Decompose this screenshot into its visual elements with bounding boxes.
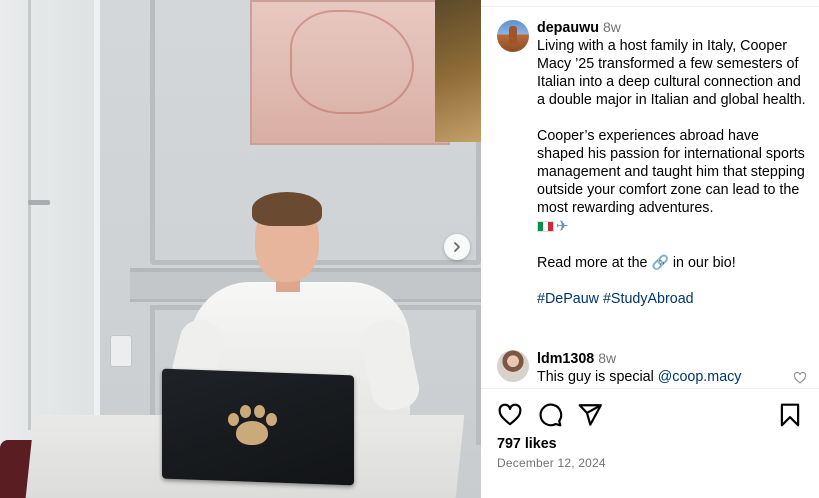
divider (481, 6, 819, 7)
italy-flag-icon (537, 221, 554, 232)
comment-button[interactable] (537, 402, 563, 428)
likes-count[interactable]: 797 likes (497, 436, 557, 452)
avatar[interactable] (497, 350, 529, 382)
caption-read-more-before: Read more at the (537, 255, 648, 271)
comment-text: This guy is special (537, 369, 654, 385)
comment-mention[interactable]: @coop.macy (658, 369, 742, 385)
post-side-panel: depauwu 8w Living with a host family in I… (481, 0, 819, 498)
person-hair (252, 192, 322, 226)
share-icon (578, 404, 602, 426)
post-photo[interactable] (0, 0, 481, 498)
post-date: December 12, 2024 (497, 456, 606, 470)
bookmark-icon (780, 403, 800, 427)
like-button[interactable] (497, 402, 523, 428)
post-age: 8w (602, 19, 621, 35)
heart-icon[interactable] (793, 371, 807, 385)
caption-body: depauwu 8w Living with a host family in I… (537, 18, 807, 308)
save-button[interactable] (777, 402, 803, 428)
hashtag-studyabroad[interactable]: #StudyAbroad (603, 291, 694, 307)
comment: ldm1308 8w This guy is special @coop.macy (497, 349, 807, 387)
share-button[interactable] (577, 402, 603, 428)
post-actions (497, 402, 803, 428)
next-photo-button[interactable] (444, 234, 470, 260)
heart-icon (498, 403, 522, 426)
door-edge (28, 0, 31, 430)
wall-painting (435, 0, 481, 142)
post-caption: depauwu 8w Living with a host family in I… (497, 18, 807, 308)
paw-print-logo (228, 405, 278, 447)
divider (481, 388, 819, 389)
wall-outlet (110, 335, 132, 367)
caption-read-more-after: in our bio! (672, 255, 736, 271)
airplane-icon: ✈ (556, 217, 569, 235)
hashtag-depauw[interactable]: #DePauw (537, 291, 599, 307)
caption-paragraph-2: Cooper’s experiences abroad have shaped … (537, 128, 805, 216)
link-icon: 🔗 (651, 255, 669, 271)
caption-paragraph-1: Living with a host family in Italy, Coop… (537, 38, 806, 108)
username[interactable]: depauwu (537, 20, 599, 36)
door-handle (28, 200, 50, 205)
comment-age: 8w (598, 350, 617, 366)
comment-icon (539, 403, 563, 427)
instagram-post: depauwu 8w Living with a host family in I… (0, 0, 819, 498)
comment-username[interactable]: ldm1308 (537, 351, 594, 367)
wall-tapestry (250, 0, 450, 145)
comment-body: ldm1308 8w This guy is special @coop.macy (537, 349, 807, 386)
chevron-right-icon (454, 242, 460, 252)
avatar[interactable] (497, 20, 529, 52)
